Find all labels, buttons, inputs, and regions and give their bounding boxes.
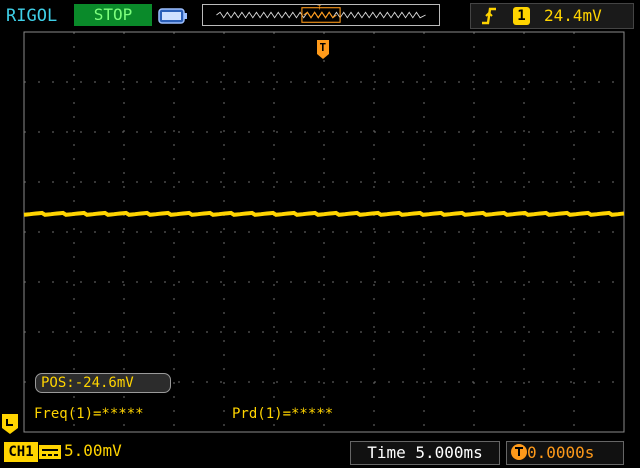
trigger-offset[interactable]: 0.0000s [506, 441, 624, 465]
timebase[interactable]: Time 5.000ms [350, 441, 500, 465]
trigger-offset-icon [511, 444, 527, 460]
grid [24, 32, 624, 432]
waveform-display[interactable] [0, 0, 640, 468]
dc-coupling-icon [39, 445, 61, 459]
channel1-ground-marker[interactable] [2, 414, 18, 434]
trigger-offset-value: 0.0000s [527, 443, 595, 462]
channel1-label[interactable]: CH1 [4, 442, 38, 462]
position-label: POS:-24.6mV [35, 373, 171, 393]
svg-text:T: T [320, 41, 327, 54]
period-measurement: Prd(1)=***** [232, 406, 334, 422]
trigger-position-marker[interactable]: T [316, 36, 330, 60]
volts-per-division: 5.00mV [64, 441, 122, 460]
frequency-measurement: Freq(1)=***** [34, 406, 144, 422]
channel1-trace [23, 210, 625, 217]
